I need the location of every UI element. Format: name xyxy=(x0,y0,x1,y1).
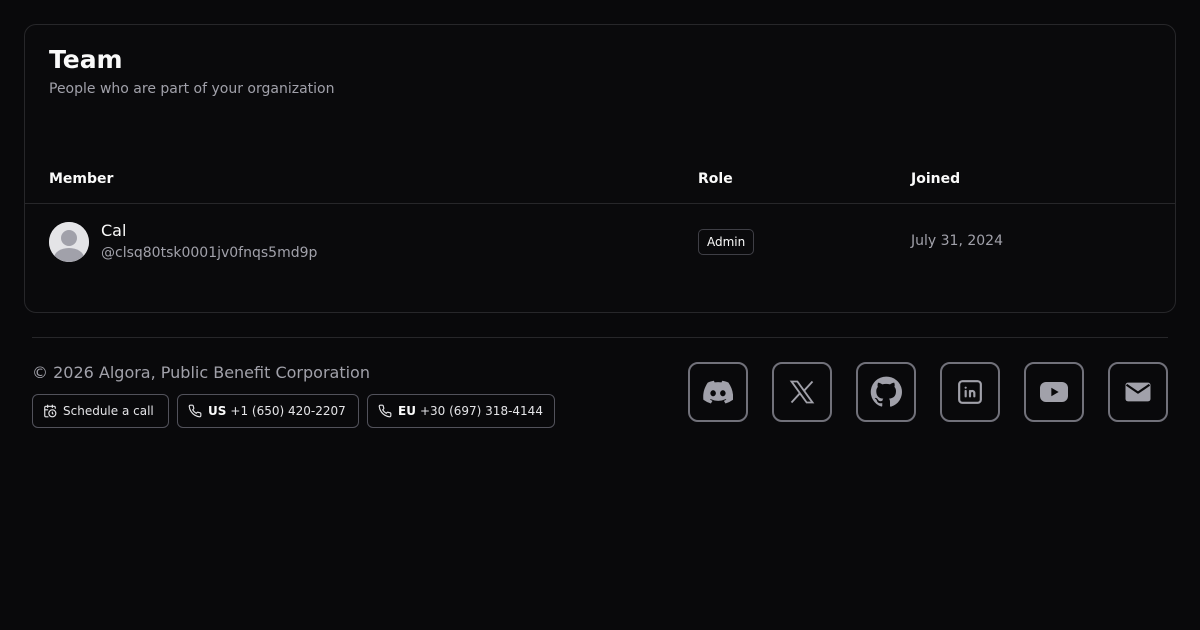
us-region-label: US xyxy=(208,404,227,418)
linkedin-link[interactable] xyxy=(940,362,1000,422)
calendar-clock-icon xyxy=(44,404,57,418)
column-header-role: Role xyxy=(698,171,733,187)
youtube-icon xyxy=(1040,382,1068,402)
github-link[interactable] xyxy=(856,362,916,422)
schedule-call-label: Schedule a call xyxy=(63,404,154,418)
phone-icon xyxy=(188,404,202,418)
phone-icon xyxy=(378,404,392,418)
member-handle: @clsq80tsk0001jv0fnqs5md9p xyxy=(101,245,318,261)
x-icon xyxy=(789,380,815,404)
us-phone-link[interactable]: US +1 (650) 420-2207 xyxy=(177,394,359,428)
column-header-member: Member xyxy=(49,171,114,187)
schedule-call-button[interactable]: Schedule a call xyxy=(32,394,169,428)
avatar xyxy=(49,222,89,262)
linkedin-icon xyxy=(958,380,982,404)
us-phone-number: +1 (650) 420-2207 xyxy=(230,404,346,418)
x-link[interactable] xyxy=(772,362,832,422)
youtube-link[interactable] xyxy=(1024,362,1084,422)
copyright-text: © 2026 Algora, Public Benefit Corporatio… xyxy=(32,363,370,382)
role-badge: Admin xyxy=(698,229,755,255)
user-avatar-icon xyxy=(49,222,89,262)
eu-phone-number: +30 (697) 318-4144 xyxy=(419,404,543,418)
page-subtitle: People who are part of your organization xyxy=(49,81,335,97)
discord-link[interactable] xyxy=(688,362,748,422)
team-card: Team People who are part of your organiz… xyxy=(24,24,1176,313)
mail-icon xyxy=(1125,382,1151,402)
mail-link[interactable] xyxy=(1108,362,1168,422)
footer-divider xyxy=(32,337,1168,338)
eu-region-label: EU xyxy=(398,404,416,418)
discord-icon xyxy=(703,380,733,404)
github-icon xyxy=(870,376,902,407)
eu-phone-link[interactable]: EU +30 (697) 318-4144 xyxy=(367,394,555,428)
member-name: Cal xyxy=(101,221,127,240)
table-divider xyxy=(25,203,1175,204)
joined-date: July 31, 2024 xyxy=(911,233,1003,249)
page-title: Team xyxy=(49,45,123,74)
column-header-joined: Joined xyxy=(911,171,961,187)
